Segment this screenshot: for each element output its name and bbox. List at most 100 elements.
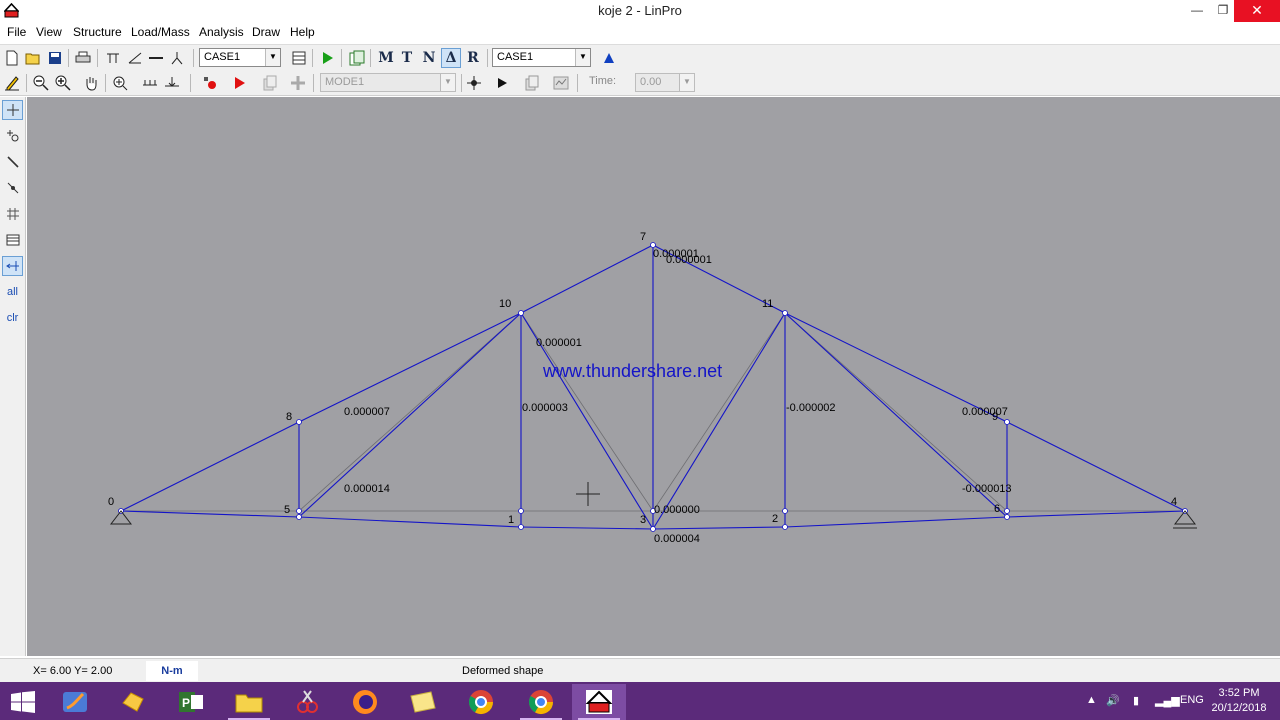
chevron-down-icon[interactable]: ▼ xyxy=(679,74,694,91)
moment-diagram-button[interactable]: M xyxy=(376,48,396,68)
node-move-icon[interactable] xyxy=(464,73,484,93)
menu-analysis[interactable]: Analysis xyxy=(199,25,244,39)
battery-icon[interactable]: ▮ xyxy=(1133,694,1139,707)
node-label: 8 xyxy=(286,411,292,423)
language-indicator[interactable]: ENG xyxy=(1180,694,1204,706)
export-frames-icon[interactable] xyxy=(551,73,571,93)
zoom-extents-icon[interactable] xyxy=(110,73,130,93)
step-play-icon[interactable] xyxy=(492,73,512,93)
copy-disabled-icon[interactable] xyxy=(260,73,280,93)
new-file-icon[interactable] xyxy=(2,48,22,68)
hinge-tool-icon[interactable] xyxy=(167,48,187,68)
member-value-label: 0.000007 xyxy=(962,406,1008,418)
beam-tool-icon[interactable] xyxy=(146,48,166,68)
truss-drawing: 0 1 2 3 4 5 6 7 8 9 10 11 0.000001 0.000… xyxy=(108,231,1197,545)
member-node-icon[interactable] xyxy=(2,178,23,198)
point-load-icon[interactable] xyxy=(162,73,182,93)
member-value-label: 0.000014 xyxy=(344,483,390,495)
node-label: 4 xyxy=(1171,496,1177,508)
member-value-label: 0.000004 xyxy=(654,533,700,545)
grid-icon[interactable] xyxy=(2,204,23,224)
table-icon[interactable] xyxy=(2,230,23,250)
cursor-coordinates: X= 6.00 Y= 2.00 xyxy=(33,665,113,677)
menu-draw[interactable]: Draw xyxy=(252,25,280,39)
file-manager-icon[interactable] xyxy=(48,684,102,720)
chrome-profile-icon[interactable] xyxy=(514,684,568,720)
triangle-up-icon[interactable] xyxy=(599,48,619,68)
menu-load-mass[interactable]: Load/Mass xyxy=(131,25,190,39)
pan-hand-icon[interactable] xyxy=(81,73,101,93)
menu-structure[interactable]: Structure xyxy=(73,25,122,39)
structure-canvas[interactable]: 0 1 2 3 4 5 6 7 8 9 10 11 0.000001 0.000… xyxy=(27,97,1280,656)
load-case-select[interactable]: CASE1 ▼ xyxy=(199,48,281,67)
print-icon[interactable] xyxy=(73,48,93,68)
add-node-icon[interactable] xyxy=(2,126,23,146)
windows-taskbar: P ▲ 🔊 ▮ ▂▄▆ ENG 3:52 PM 20/12/2018 xyxy=(0,682,1280,720)
crosshair-select-icon[interactable] xyxy=(2,100,23,120)
shear-diagram-button[interactable]: T xyxy=(397,48,417,68)
clear-selection-button[interactable]: clr xyxy=(2,308,23,328)
tray-chevron-up-icon[interactable]: ▲ xyxy=(1086,694,1097,706)
member-value-label: 0.000001 xyxy=(536,337,582,349)
case-table-icon[interactable] xyxy=(289,48,309,68)
results-table-icon[interactable] xyxy=(347,48,367,68)
zoom-out-icon[interactable] xyxy=(31,73,51,93)
member-value-label: -0.000002 xyxy=(786,402,836,414)
zoom-in-icon[interactable] xyxy=(53,73,73,93)
time-select[interactable]: 0.00 ▼ xyxy=(635,73,695,92)
close-button[interactable]: ✕ xyxy=(1234,0,1280,22)
select-all-button[interactable]: all xyxy=(2,282,23,302)
reactions-button[interactable]: R xyxy=(463,48,483,68)
node-label: 11 xyxy=(762,298,773,310)
snipping-tool-icon[interactable] xyxy=(280,684,334,720)
result-case-select[interactable]: CASE1 ▼ xyxy=(492,48,591,67)
sticky-notes-icon[interactable] xyxy=(396,684,450,720)
angle-tool-icon[interactable] xyxy=(125,48,145,68)
play-animation-icon[interactable] xyxy=(229,73,249,93)
member-value-label: 0.000003 xyxy=(522,402,568,414)
open-folder-icon[interactable] xyxy=(23,48,43,68)
node-label: 5 xyxy=(284,504,290,516)
add-member-icon[interactable] xyxy=(2,152,23,172)
units-indicator[interactable]: N-m xyxy=(146,661,198,681)
pencil-icon[interactable] xyxy=(2,73,22,93)
menu-help[interactable]: Help xyxy=(290,25,315,39)
member-value-label: 0.000007 xyxy=(344,406,390,418)
svg-text:P: P xyxy=(182,696,190,710)
member-value-label: 0.000001 xyxy=(666,254,712,266)
chrome-icon[interactable] xyxy=(454,684,508,720)
save-disk-icon[interactable] xyxy=(45,48,65,68)
chevron-down-icon[interactable]: ▼ xyxy=(575,49,590,66)
distributed-load-icon[interactable] xyxy=(140,73,160,93)
record-icon[interactable] xyxy=(200,73,220,93)
explorer-folder-icon[interactable] xyxy=(222,684,276,720)
menu-file[interactable]: File xyxy=(7,25,26,39)
mode-select[interactable]: MODE1 ▼ xyxy=(320,73,456,92)
menu-view[interactable]: View xyxy=(36,25,62,39)
left-tool-strip: all clr xyxy=(0,97,26,656)
firefox-icon[interactable] xyxy=(338,684,392,720)
run-analysis-icon[interactable] xyxy=(317,48,337,68)
paint-app-icon[interactable] xyxy=(106,684,160,720)
taskbar-clock[interactable]: 3:52 PM 20/12/2018 xyxy=(1208,686,1270,716)
chevron-down-icon[interactable]: ▼ xyxy=(440,74,455,91)
project-app-icon[interactable]: P xyxy=(164,684,218,720)
result-case-value: CASE1 xyxy=(497,51,534,63)
chevron-down-icon[interactable]: ▼ xyxy=(265,49,280,66)
support-tool-icon[interactable] xyxy=(103,48,123,68)
windows-start-icon[interactable] xyxy=(10,691,36,713)
copy-frames-icon[interactable] xyxy=(522,73,542,93)
normal-force-button[interactable]: N xyxy=(419,48,439,68)
title-bar: koje 2 - LinPro — ❐ ✕ xyxy=(0,0,1280,22)
clock-date: 20/12/2018 xyxy=(1211,702,1267,714)
dimension-tool-icon[interactable] xyxy=(2,256,23,276)
node-label: 1 xyxy=(508,514,514,526)
deformed-shape-button[interactable]: Δ xyxy=(441,48,461,68)
move-disabled-icon[interactable] xyxy=(288,73,308,93)
node-label: 10 xyxy=(499,298,511,310)
linpro-taskbar-icon[interactable] xyxy=(572,684,626,720)
watermark-text: www.thundershare.net xyxy=(542,361,722,381)
status-bar: X= 6.00 Y= 2.00 N-m Deformed shape xyxy=(0,658,1280,682)
network-icon[interactable]: ▂▄▆ xyxy=(1155,694,1180,707)
volume-icon[interactable]: 🔊 xyxy=(1106,694,1120,707)
